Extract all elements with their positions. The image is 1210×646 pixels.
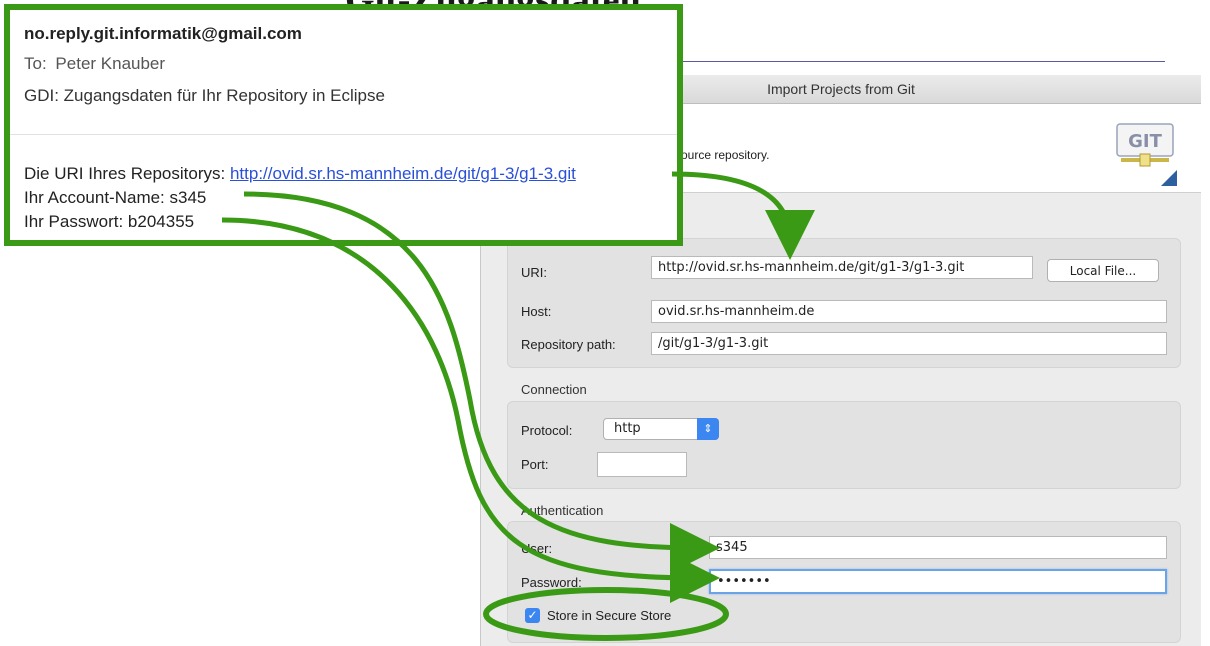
annotation-overlay — [221, 171, 815, 641]
uri-arrow — [671, 171, 815, 260]
account-arrow — [243, 191, 720, 573]
store-highlight-ellipse — [483, 587, 729, 641]
password-arrow — [221, 217, 720, 603]
